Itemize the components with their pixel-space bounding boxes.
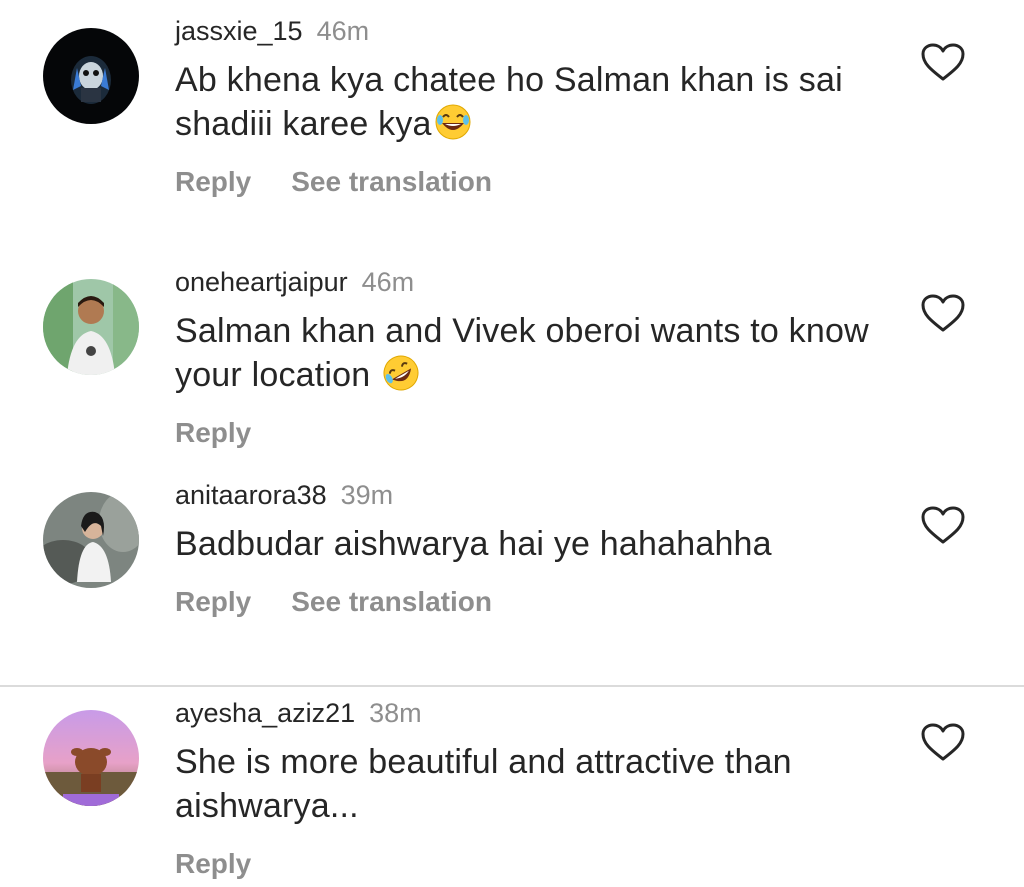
timestamp: 46m bbox=[361, 267, 415, 297]
see-translation-button[interactable]: See translation bbox=[291, 164, 492, 200]
avatar[interactable] bbox=[43, 279, 139, 375]
timestamp: 39m bbox=[340, 480, 394, 510]
username[interactable]: jassxie_15 bbox=[175, 16, 303, 46]
comment-actions: Reply See translation bbox=[175, 164, 895, 200]
heart-outline-icon[interactable] bbox=[920, 505, 966, 545]
heart-outline-icon[interactable] bbox=[920, 722, 966, 762]
timestamp: 38m bbox=[369, 698, 422, 728]
comment-text: Badbudar aishwarya hai ye hahahahha bbox=[175, 522, 895, 566]
comment-actions: Reply bbox=[175, 415, 895, 451]
comment-text: Salman khan and Vivek oberoi wants to kn… bbox=[175, 309, 895, 397]
divider bbox=[0, 685, 1024, 687]
comment-body: Ab khena kya chatee ho Salman khan is sa… bbox=[175, 61, 843, 143]
avatar[interactable] bbox=[43, 492, 139, 588]
see-translation-button[interactable]: See translation bbox=[291, 584, 492, 620]
comment-meta: jassxie_15 46m bbox=[175, 14, 895, 48]
comment-text: Ab khena kya chatee ho Salman khan is sa… bbox=[175, 58, 895, 146]
comment-actions: Reply bbox=[175, 846, 895, 882]
username[interactable]: oneheartjaipur bbox=[175, 267, 348, 297]
reply-button[interactable]: Reply bbox=[175, 415, 251, 451]
reply-button[interactable]: Reply bbox=[175, 846, 251, 882]
avatar[interactable] bbox=[43, 28, 139, 124]
username[interactable]: anitaarora38 bbox=[175, 480, 327, 510]
face-with-tears-of-joy-icon bbox=[434, 103, 472, 141]
heart-outline-icon[interactable] bbox=[920, 293, 966, 333]
timestamp: 46m bbox=[316, 16, 370, 46]
avatar[interactable] bbox=[43, 710, 139, 806]
rolling-on-the-floor-laughing-icon bbox=[382, 354, 420, 392]
comment-meta: ayesha_aziz21 38m bbox=[175, 696, 895, 730]
comment-body: Salman khan and Vivek oberoi wants to kn… bbox=[175, 312, 869, 394]
comment-text: She is more beautiful and attractive tha… bbox=[175, 740, 895, 828]
comment-meta: oneheartjaipur 46m bbox=[175, 265, 895, 299]
reply-button[interactable]: Reply bbox=[175, 164, 251, 200]
comment-body: She is more beautiful and attractive tha… bbox=[175, 743, 792, 825]
username[interactable]: ayesha_aziz21 bbox=[175, 698, 355, 728]
comment-actions: Reply See translation bbox=[175, 584, 895, 620]
comment-body: Badbudar aishwarya hai ye hahahahha bbox=[175, 525, 772, 563]
comment-meta: anitaarora38 39m bbox=[175, 478, 895, 512]
heart-outline-icon[interactable] bbox=[920, 42, 966, 82]
reply-button[interactable]: Reply bbox=[175, 584, 251, 620]
